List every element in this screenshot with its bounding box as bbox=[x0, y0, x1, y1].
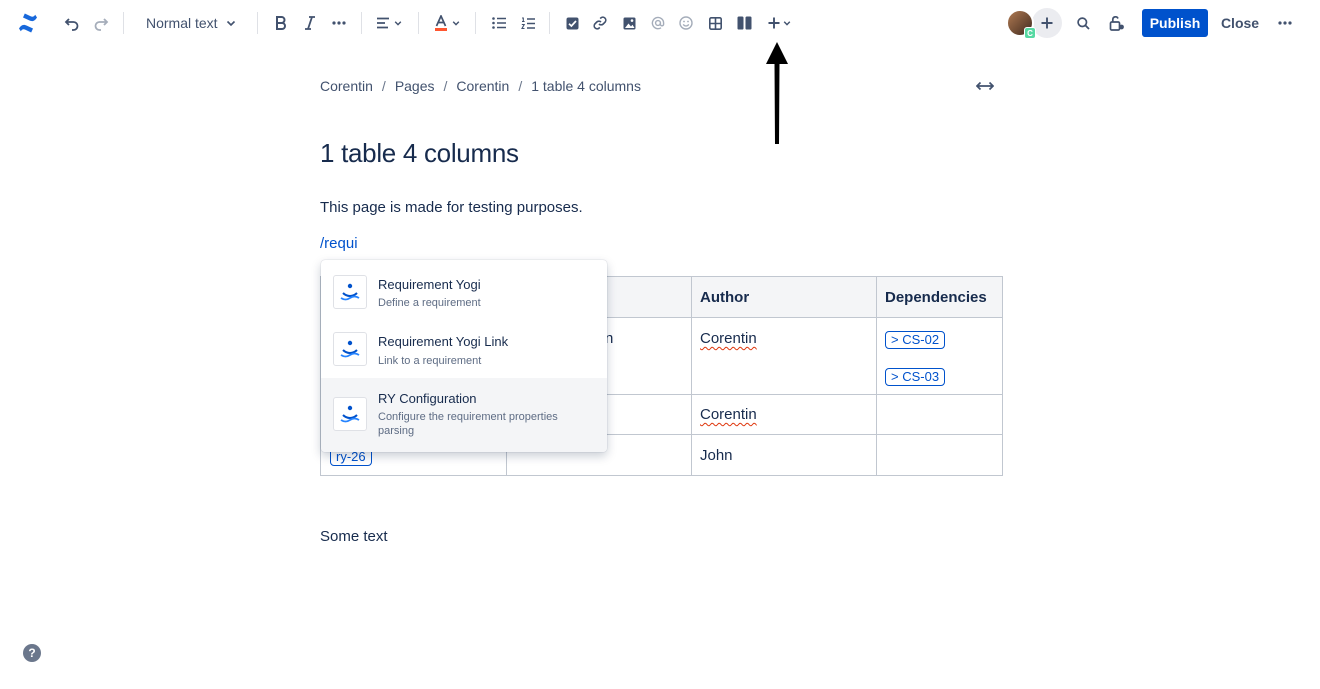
requirement-yogi-icon bbox=[333, 397, 367, 431]
menu-item-title: Requirement Yogi bbox=[378, 277, 481, 292]
italic-icon[interactable] bbox=[299, 11, 321, 35]
table-header-cell[interactable]: Author bbox=[691, 276, 877, 318]
table-cell[interactable] bbox=[876, 394, 1003, 435]
close-button[interactable]: Close bbox=[1217, 9, 1263, 37]
publish-button[interactable]: Publish bbox=[1142, 9, 1208, 37]
editor-toolbar: Normal text C Publish Close bbox=[0, 0, 1320, 46]
menu-item-title: Requirement Yogi Link bbox=[378, 334, 509, 349]
table-cell[interactable]: Corentin bbox=[691, 317, 877, 395]
requirement-yogi-icon bbox=[333, 275, 367, 309]
body-paragraph[interactable]: This page is made for testing purposes. bbox=[320, 199, 583, 216]
chevron-down-icon bbox=[394, 21, 402, 26]
breadcrumb-separator: / bbox=[381, 78, 386, 94]
undo-icon[interactable] bbox=[60, 11, 84, 35]
avatar-badge: C bbox=[1024, 27, 1036, 39]
menu-item-title: RY Configuration bbox=[378, 391, 477, 406]
image-icon[interactable] bbox=[618, 11, 640, 35]
dependency-link[interactable]: > CS-03 bbox=[885, 368, 946, 386]
redo-icon[interactable] bbox=[89, 11, 113, 35]
full-width-toggle-icon[interactable] bbox=[974, 76, 996, 96]
insert-more-button[interactable] bbox=[764, 11, 794, 35]
toolbar-divider bbox=[257, 12, 258, 34]
breadcrumb: Corentin / Pages / Corentin / 1 table 4 … bbox=[320, 78, 641, 94]
page-title[interactable]: 1 table 4 columns bbox=[320, 138, 519, 169]
bold-icon[interactable] bbox=[270, 11, 292, 35]
table-cell[interactable] bbox=[876, 434, 1003, 476]
menu-item-ry-configuration[interactable]: RY Configuration Configure the requireme… bbox=[321, 378, 607, 452]
text-style-label: Normal text bbox=[146, 15, 218, 31]
table-cell[interactable]: John bbox=[691, 434, 877, 476]
body-paragraph[interactable]: Some text bbox=[320, 528, 388, 545]
requirement-yogi-icon bbox=[333, 332, 367, 366]
table-header-cell[interactable]: Dependencies bbox=[876, 276, 1003, 318]
action-item-checkbox-icon[interactable] bbox=[561, 11, 583, 35]
bullet-list-icon[interactable] bbox=[488, 11, 510, 35]
more-formatting-icon[interactable] bbox=[328, 11, 350, 35]
chevron-down-icon bbox=[226, 20, 235, 27]
align-left-icon bbox=[377, 17, 389, 29]
plus-icon bbox=[768, 17, 779, 29]
toolbar-divider bbox=[549, 12, 550, 34]
breadcrumb-item[interactable]: Pages bbox=[395, 78, 435, 94]
toolbar-divider bbox=[123, 12, 124, 34]
restrictions-unlock-icon[interactable] bbox=[1105, 11, 1129, 35]
author-name: Corentin bbox=[700, 406, 757, 423]
breadcrumb-item[interactable]: Corentin bbox=[456, 78, 509, 94]
text-color-icon bbox=[435, 15, 447, 31]
menu-item-description: Define a requirement bbox=[378, 297, 481, 309]
layouts-icon[interactable] bbox=[733, 11, 755, 35]
annotation-arrow-icon bbox=[766, 42, 788, 144]
mention-icon[interactable] bbox=[647, 11, 669, 35]
text-color-dropdown[interactable] bbox=[431, 11, 463, 35]
toolbar-divider bbox=[361, 12, 362, 34]
menu-item-requirement-yogi-link[interactable]: Requirement Yogi Link Link to a requirem… bbox=[321, 318, 607, 378]
breadcrumb-item[interactable]: Corentin bbox=[320, 78, 373, 94]
dependency-link[interactable]: > CS-02 bbox=[885, 331, 946, 349]
table-cell[interactable]: Corentin bbox=[691, 394, 877, 435]
menu-item-description: Configure the requirement properties par… bbox=[378, 411, 558, 437]
breadcrumb-separator: / bbox=[518, 78, 523, 94]
menu-item-description: Link to a requirement bbox=[378, 355, 482, 367]
toolbar-divider bbox=[418, 12, 419, 34]
confluence-logo-icon[interactable] bbox=[14, 9, 42, 37]
breadcrumb-item[interactable]: 1 table 4 columns bbox=[531, 78, 641, 94]
emoji-icon[interactable] bbox=[675, 11, 697, 35]
table-icon[interactable] bbox=[704, 11, 726, 35]
plus-icon bbox=[1041, 17, 1053, 29]
text-style-dropdown[interactable]: Normal text bbox=[138, 10, 244, 36]
alignment-dropdown[interactable] bbox=[372, 11, 406, 35]
table-cell[interactable]: > CS-02 > CS-03 bbox=[876, 317, 1003, 395]
toolbar-divider bbox=[475, 12, 476, 34]
slash-command-query[interactable]: /requi bbox=[320, 235, 358, 252]
more-actions-icon[interactable] bbox=[1274, 11, 1296, 35]
menu-item-requirement-yogi[interactable]: Requirement Yogi Define a requirement bbox=[321, 260, 607, 318]
help-icon[interactable]: ? bbox=[23, 644, 41, 662]
chevron-down-icon bbox=[452, 21, 460, 26]
author-name: John bbox=[700, 447, 733, 464]
breadcrumb-separator: / bbox=[443, 78, 448, 94]
author-name: Corentin bbox=[700, 330, 757, 347]
invite-collaborator-button[interactable] bbox=[1032, 8, 1062, 38]
search-icon[interactable] bbox=[1072, 11, 1094, 35]
link-icon[interactable] bbox=[589, 11, 611, 35]
slash-insert-menu: Requirement Yogi Define a requirement Re… bbox=[321, 260, 607, 452]
chevron-down-icon bbox=[783, 21, 790, 26]
numbered-list-icon[interactable] bbox=[517, 11, 539, 35]
